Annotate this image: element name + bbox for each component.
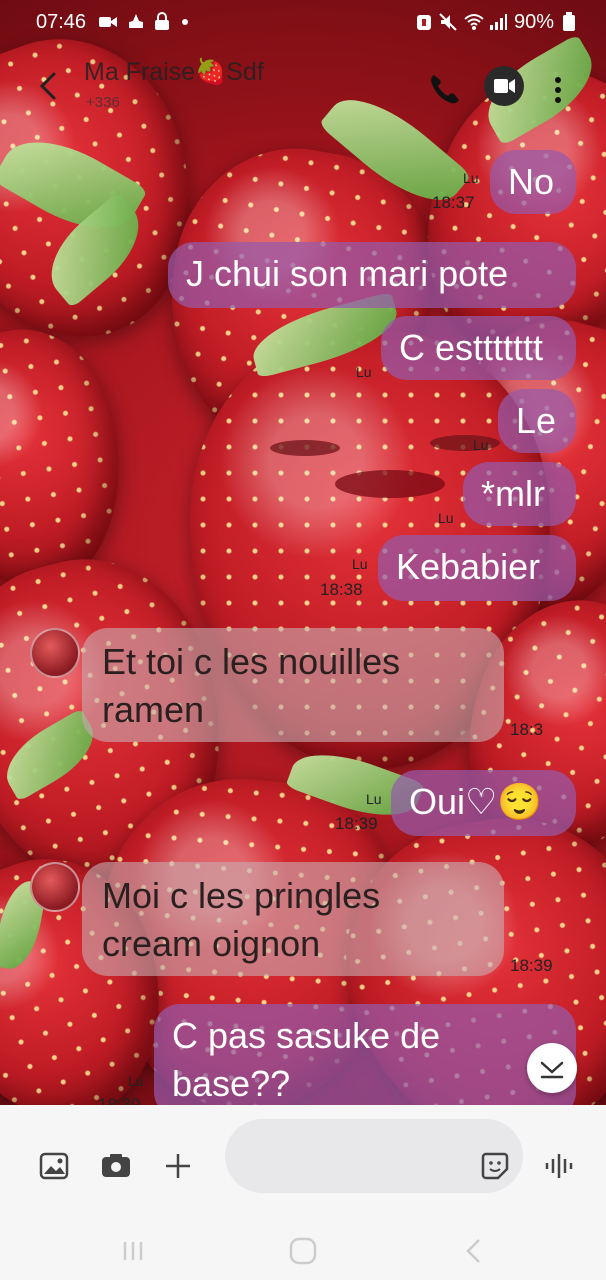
contact-avatar[interactable] [30,862,80,912]
wifi-icon [464,14,484,30]
message-text-line: Et toi c les nouilles [102,641,401,682]
video-call-icon [494,79,515,93]
image-icon[interactable] [37,1149,71,1183]
battery-icon [563,12,575,31]
more-vert-icon[interactable] [548,70,568,110]
message-text: Oui♡😌 [409,781,543,822]
video-record-icon [99,17,117,27]
message-bubble-incoming[interactable]: Moi c les pringles cream oignon [82,862,504,976]
read-status: Lu [463,170,479,186]
message-text-line: cream oignon [102,923,321,964]
message-text-line: base?? [172,1063,291,1104]
message-bubble-outgoing[interactable]: C pas sasuke de base?? [154,1004,576,1118]
back-arrow-icon[interactable] [34,66,64,106]
message-text: *mlr [481,473,545,514]
phone-icon[interactable] [426,70,464,108]
message-text: J chui son mari pote [186,253,509,294]
plus-icon[interactable] [161,1149,195,1183]
message-bubble-outgoing[interactable]: J chui son mari pote [168,242,576,308]
dot-icon [182,19,188,25]
status-bar: 07:46 90% [0,0,606,46]
message-text: No [508,161,555,202]
scroll-down-button[interactable] [527,1043,577,1093]
system-navigation-bar [0,1220,606,1280]
message-bubble-outgoing[interactable]: C esttttttt [381,316,576,380]
video-call-button[interactable] [484,66,524,106]
status-time: 07:46 [36,11,87,33]
message-text-line: ramen [102,689,205,730]
read-status: Lu [366,791,382,807]
sticker-icon[interactable] [478,1149,512,1183]
message-bubble-outgoing[interactable]: Le [498,389,576,453]
message-time: 18:39 [510,956,553,975]
screen: 07:46 90% Ma Fraise🍓Sdf +336 No Lu 18:37… [0,0,606,1280]
notification-icon [129,14,143,28]
message-composer [0,1105,606,1220]
read-status: Lu [352,556,368,572]
conversation-header: Ma Fraise🍓Sdf +336 [0,52,606,122]
message-text: C esttttttt [399,327,544,368]
read-status: Lu [128,1073,144,1089]
message-bubble-outgoing[interactable]: Oui♡😌 [391,770,576,836]
camera-icon[interactable] [99,1149,133,1183]
message-time: 18:39 [335,814,378,833]
scroll-down-icon [540,1061,564,1079]
contact-avatar[interactable] [30,628,80,678]
read-status: Lu [473,437,489,453]
message-time: 18:38 [320,580,363,599]
mute-icon [439,13,457,31]
message-bubble-outgoing[interactable]: Kebabier [378,535,576,601]
recent-apps-icon[interactable] [116,1234,150,1268]
battery-saver-icon [417,15,431,30]
message-text: Kebabier [396,546,541,587]
contact-number: +336 [86,94,120,111]
contact-name[interactable]: Ma Fraise🍓Sdf [84,58,264,87]
voice-wave-icon[interactable] [542,1149,576,1183]
message-text-line: Moi c les pringles [102,875,381,916]
back-nav-icon[interactable] [458,1234,492,1268]
message-text: Le [516,400,557,441]
lock-icon [155,12,169,30]
message-text-line: C pas sasuke de [172,1015,441,1056]
message-bubble-incoming[interactable]: Et toi c les nouilles ramen [82,628,504,742]
read-status: Lu [356,364,372,380]
message-time: 18:3 [510,720,544,739]
home-icon[interactable] [286,1234,320,1268]
message-bubble-outgoing[interactable]: *mlr [463,462,576,526]
read-status: Lu [438,510,454,526]
message-bubble-outgoing[interactable]: No [490,150,576,214]
battery-percentage: 90% [514,11,555,33]
signal-icon [490,14,507,30]
message-time: 18:37 [432,193,475,212]
